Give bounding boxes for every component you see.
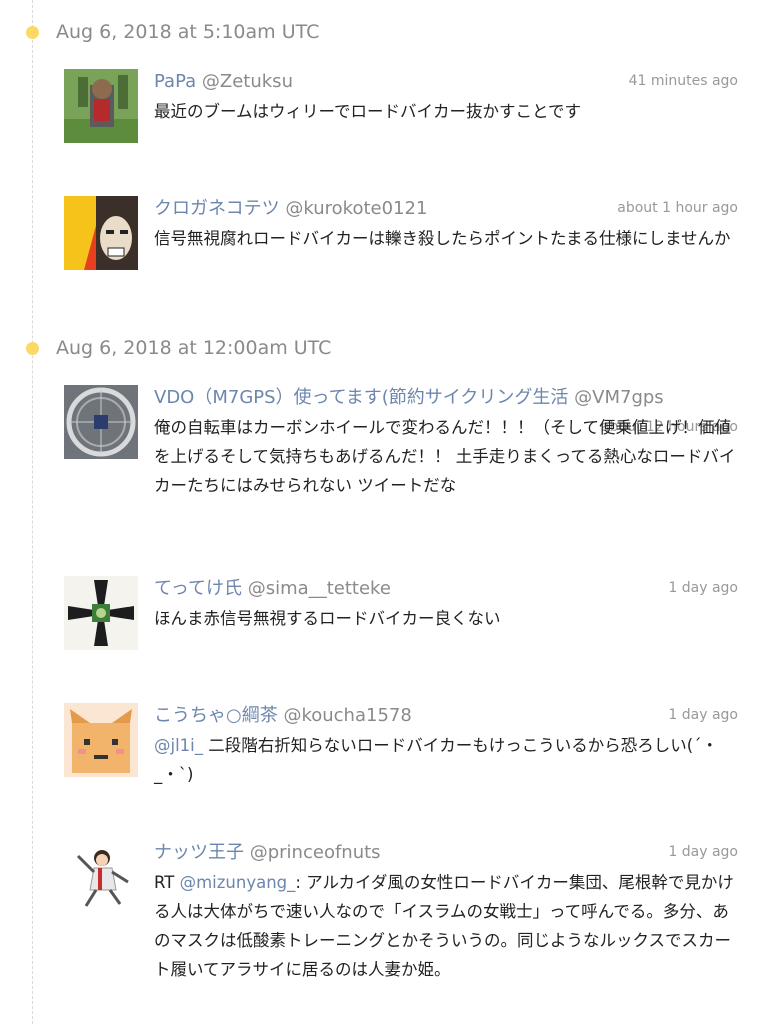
author-handle[interactable]: @princeofnuts — [250, 842, 381, 863]
tweet-timestamp[interactable]: about 1 hour ago — [611, 198, 738, 218]
group-date: Aug 6, 2018 at 12:00am UTC — [56, 337, 332, 359]
author-name[interactable]: PaPa — [154, 71, 196, 92]
avatar[interactable] — [64, 840, 138, 914]
group-date: Aug 6, 2018 at 5:10am UTC — [56, 21, 320, 43]
avatar[interactable] — [64, 69, 138, 143]
author-handle[interactable]: @kurokote0121 — [285, 198, 427, 219]
author-handle[interactable]: @koucha1578 — [283, 705, 411, 726]
tweet-text: RT @mizunyang_: アルカイダ風の女性ロードバイカー集団、尾根幹で見… — [154, 868, 738, 984]
author-handle[interactable]: @VM7gps — [574, 387, 664, 408]
tweet-text-content: 二段階右折知らないロードバイカーもけっこういるから恐ろしい(´・_・`) — [154, 736, 718, 784]
timeline-dot — [26, 26, 39, 39]
author-name[interactable]: こうちゃ○綱茶 — [154, 705, 278, 726]
avatar[interactable] — [64, 576, 138, 650]
author-handle[interactable]: @Zetuksu — [202, 71, 293, 92]
tweet-text: ほんま赤信号無視するロードバイカー良くない — [154, 609, 501, 628]
tweet-text: @jl1i_ 二段階右折知らないロードバイカーもけっこういるから恐ろしい(´・_… — [154, 731, 738, 789]
author-name[interactable]: ナッツ王子 — [154, 842, 244, 863]
tweet-timestamp[interactable]: 1 day ago — [662, 842, 738, 862]
mention-link[interactable]: @jl1i_ — [154, 736, 203, 755]
avatar[interactable] — [64, 703, 138, 777]
author-name[interactable]: クロガネコテツ — [154, 198, 280, 219]
author-name[interactable]: VDO（M7GPS）使ってます(節約サイクリング生活 — [154, 387, 568, 408]
timeline-dot — [26, 342, 39, 355]
timeline-line — [32, 0, 33, 1024]
tweet-text: 俺の自転車はカーボンホイールで変わるんだ！！！（そして便乗値上げ！価値を上げるそ… — [154, 418, 736, 495]
author-handle[interactable]: @sima__tetteke — [248, 578, 391, 599]
retweet-prefix: RT — [154, 873, 180, 892]
author-name[interactable]: てってけ氏 — [154, 578, 242, 599]
avatar[interactable] — [64, 385, 138, 459]
avatar[interactable] — [64, 196, 138, 270]
tweet-timestamp[interactable]: 41 minutes ago — [622, 71, 738, 91]
tweet-timestamp[interactable]: 1 day ago — [662, 578, 738, 598]
tweet-text: 信号無視腐れロードバイカーは轢き殺したらポイントたまる仕様にしませんか — [154, 229, 731, 248]
tweet-timestamp[interactable]: 1 day ago — [662, 705, 738, 725]
tweet-text: 最近のブームはウィリーでロードバイカー抜かすことです — [154, 102, 582, 121]
mention-link[interactable]: @mizunyang_ — [180, 873, 296, 892]
